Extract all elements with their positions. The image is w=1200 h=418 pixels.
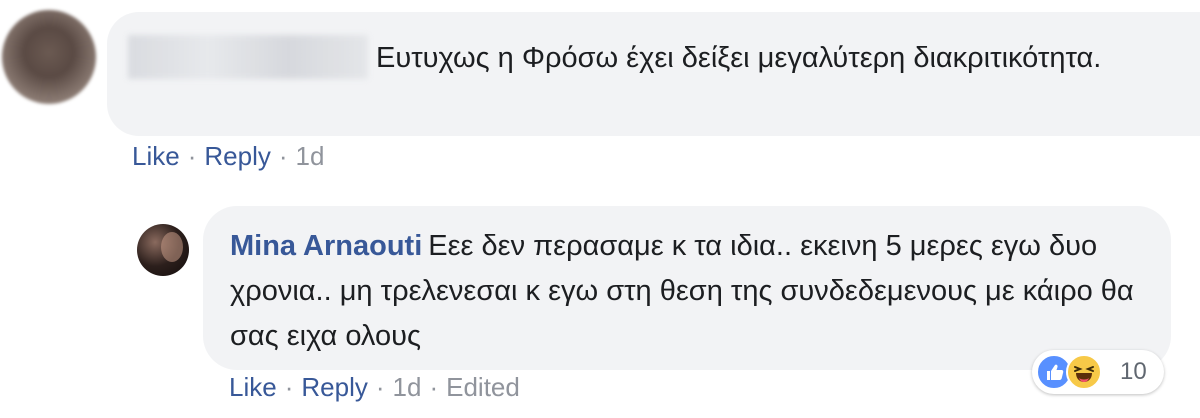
separator: · — [284, 372, 294, 402]
redacted-author-name — [128, 35, 368, 79]
separator: · — [278, 141, 288, 171]
reply-link[interactable]: Reply — [301, 372, 367, 402]
reply-link[interactable]: Reply — [204, 141, 270, 171]
avatar[interactable] — [137, 224, 189, 276]
separator: · — [187, 141, 197, 171]
reactions-summary[interactable]: 10 — [1032, 350, 1164, 394]
comment-actions: Like · Reply · 1d · Edited — [229, 372, 520, 403]
timestamp[interactable]: 1d — [393, 372, 422, 402]
comment-content: Mina Arnaouti Εεε δεν περασαμε κ τα ιδια.… — [230, 224, 1160, 359]
haha-icon — [1066, 354, 1102, 390]
like-link[interactable]: Like — [229, 372, 277, 402]
separator: · — [375, 372, 385, 402]
comment-actions: Like · Reply · 1d — [132, 141, 324, 172]
like-link[interactable]: Like — [132, 141, 180, 171]
comment: Ευτυχως η Φρόσω έχει δείξει μεγαλύτερη δ… — [0, 0, 1200, 190]
avatar[interactable] — [2, 10, 96, 104]
author-name[interactable]: Mina Arnaouti — [230, 230, 422, 262]
separator: · — [429, 372, 439, 402]
timestamp[interactable]: 1d — [296, 141, 325, 171]
reaction-count[interactable]: 10 — [1120, 358, 1147, 386]
edited-label[interactable]: Edited — [446, 372, 520, 402]
